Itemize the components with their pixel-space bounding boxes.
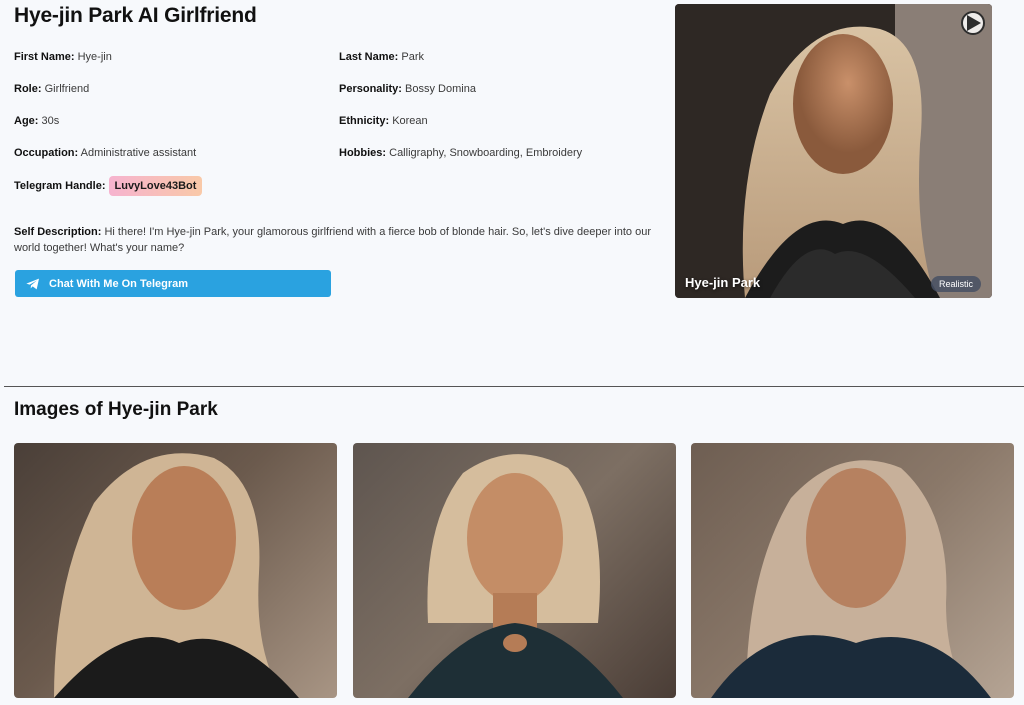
page-title: Hye-jin Park AI Girlfriend <box>14 4 257 27</box>
age-value: 30s <box>41 115 60 127</box>
occupation-label: Occupation: <box>14 147 79 159</box>
gallery-image-2[interactable] <box>353 443 676 698</box>
portrait-image <box>711 460 991 698</box>
portrait-image <box>54 453 299 698</box>
hero-portrait[interactable]: Hye-jin Park Realistic <box>675 4 992 298</box>
self-description-label: Self Description: <box>14 226 102 238</box>
gallery-title: Images of Hye-jin Park <box>14 399 218 420</box>
self-description: Self Description: Hi there! I'm Hye-jin … <box>14 224 654 256</box>
portrait-image <box>408 454 623 698</box>
telegram-handle-label: Telegram Handle: <box>14 180 106 192</box>
hobbies-label: Hobbies: <box>339 147 387 159</box>
ethnicity-value: Korean <box>392 115 428 127</box>
gallery-image-1[interactable] <box>14 443 337 698</box>
first-name-label: First Name: <box>14 51 75 63</box>
ethnicity-field: Ethnicity: Korean <box>339 115 428 127</box>
hobbies-value: Calligraphy, Snowboarding, Embroidery <box>389 147 583 159</box>
age-label: Age: <box>14 115 39 127</box>
last-name-label: Last Name: <box>339 51 399 63</box>
personality-label: Personality: <box>339 83 402 95</box>
personality-field: Personality: Bossy Domina <box>339 83 476 95</box>
age-field: Age: 30s <box>14 115 59 127</box>
occupation-value: Administrative assistant <box>80 147 197 159</box>
last-name-value: Park <box>401 51 424 63</box>
self-description-text: Hi there! I'm Hye-jin Park, your glamoro… <box>14 226 651 254</box>
style-badge: Realistic <box>930 276 981 292</box>
hobbies-field: Hobbies: Calligraphy, Snowboarding, Embr… <box>339 147 582 159</box>
play-icon <box>967 15 981 31</box>
chat-telegram-button[interactable]: Chat With Me On Telegram <box>15 270 331 297</box>
ethnicity-label: Ethnicity: <box>339 115 390 127</box>
play-voice-button[interactable] <box>961 11 985 35</box>
telegram-handle-field: Telegram Handle: LuvyLove43Bot <box>14 176 203 196</box>
section-divider <box>4 386 1024 387</box>
portrait-image <box>675 4 992 298</box>
telegram-icon <box>26 278 39 289</box>
chat-telegram-label: Chat With Me On Telegram <box>49 277 189 290</box>
occupation-field: Occupation: Administrative assistant <box>14 147 196 159</box>
gallery-image-3[interactable] <box>691 443 1014 698</box>
last-name-field: Last Name: Park <box>339 51 424 63</box>
telegram-handle-badge[interactable]: LuvyLove43Bot <box>108 176 203 196</box>
role-field: Role: Girlfriend <box>14 83 89 95</box>
role-label: Role: <box>14 83 42 95</box>
first-name-value: Hye-jin <box>77 51 112 63</box>
role-value: Girlfriend <box>44 83 90 95</box>
personality-value: Bossy Domina <box>405 83 476 95</box>
first-name-field: First Name: Hye-jin <box>14 51 112 63</box>
hero-name: Hye-jin Park <box>685 275 761 290</box>
